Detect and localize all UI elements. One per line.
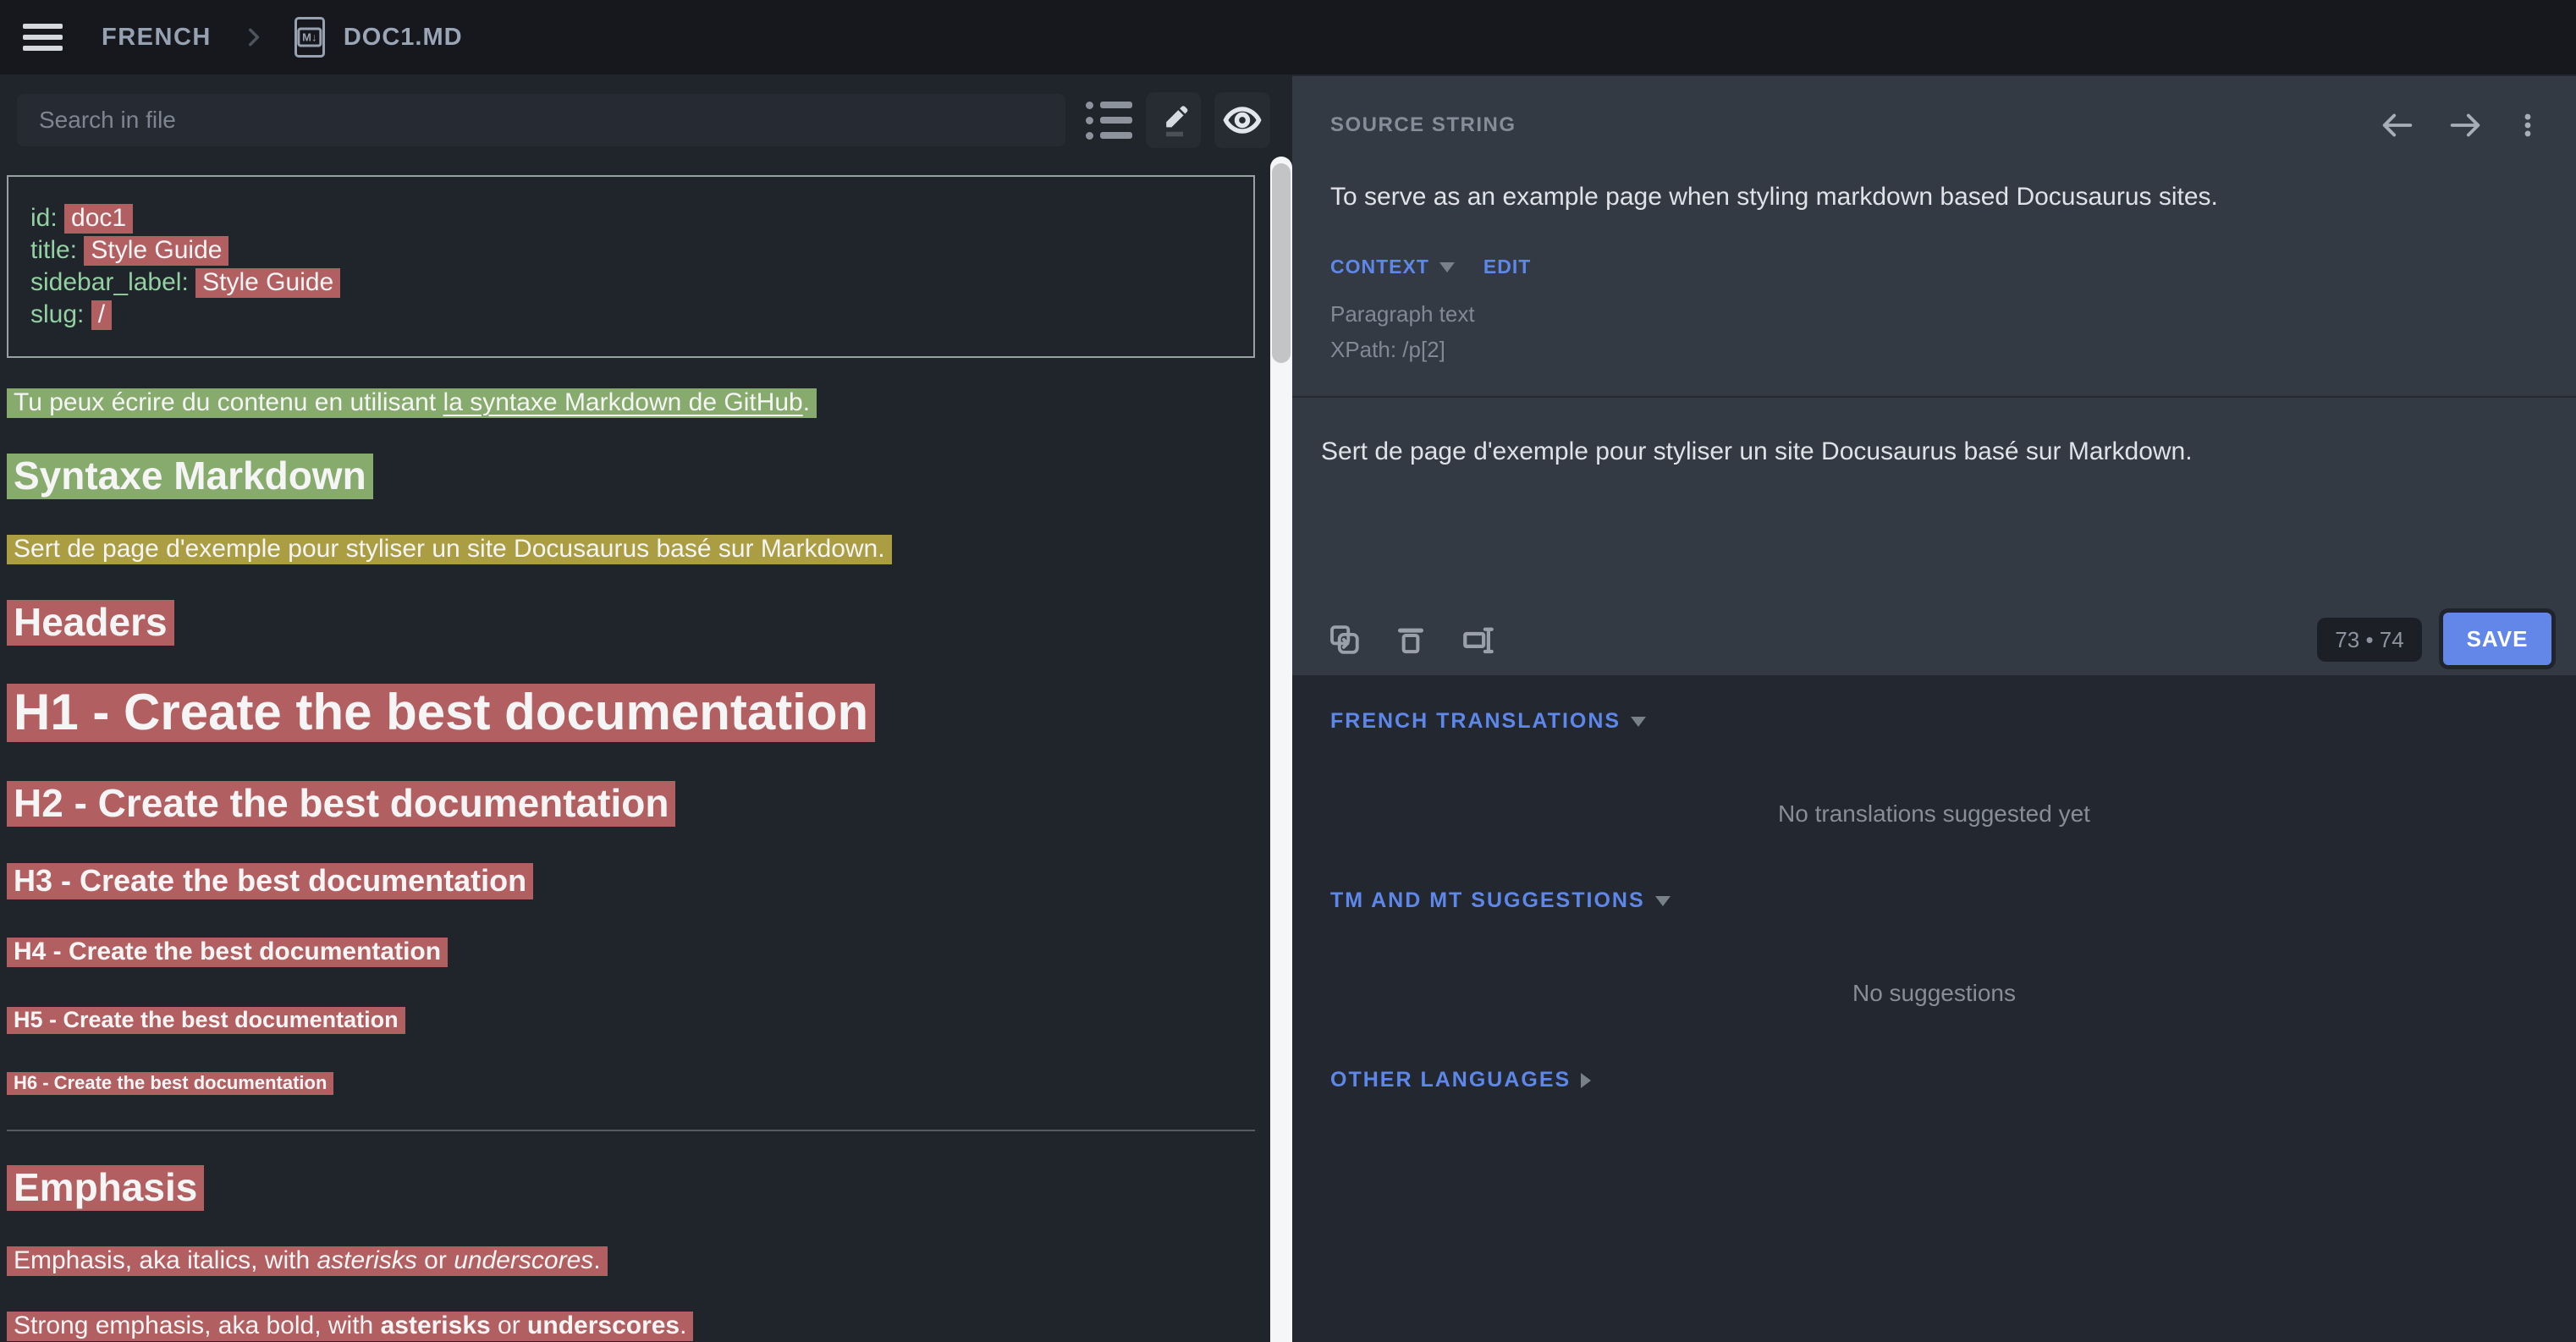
untranslated-string[interactable]: Emphasis, aka italics, with asterisks or… (7, 1246, 608, 1276)
frontmatter-line: slug: / (30, 299, 1231, 331)
untranslated-string[interactable]: Style Guide (84, 236, 228, 266)
eye-icon (1223, 101, 1262, 140)
highlight-mode-button[interactable] (1146, 92, 1202, 148)
doc-heading5: H5 - Create the best documentation (7, 1004, 1270, 1036)
topbar: FRENCH M↓ DOC1.MD (0, 0, 2576, 74)
chevron-down-icon (1631, 717, 1646, 727)
untranslated-string[interactable]: Emphasis (7, 1165, 204, 1211)
tm-mt-suggestions-label: TM AND MT SUGGESTIONS (1330, 888, 1645, 913)
arrow-right-icon (2446, 106, 2485, 145)
source-string-text: To serve as an example page when styling… (1330, 181, 2525, 213)
untranslated-string[interactable]: H3 - Create the best documentation (7, 863, 533, 899)
select-text-button[interactable] (1460, 622, 1497, 657)
doc-paragraph: Tu peux écrire du contenu en utilisant l… (7, 387, 1270, 418)
document-panel: id: doc1 title: Style Guide sidebar_labe… (0, 74, 1270, 1342)
doc-heading2: H2 - Create the best documentation (7, 779, 1270, 827)
doc-heading4: H4 - Create the best documentation (7, 934, 1270, 970)
scrollbar-thumb[interactable] (1272, 163, 1291, 363)
context-xpath: XPath: /p[2] (1330, 337, 1445, 363)
untranslated-string[interactable]: H2 - Create the best documentation (7, 781, 675, 827)
translation-editor: FRENCH M↓ DOC1.MD (0, 0, 2576, 1342)
untranslated-string[interactable]: Style Guide (195, 268, 340, 298)
text-cursor-icon (1460, 622, 1497, 657)
context-row: CONTEXT EDIT (1330, 256, 1531, 278)
scrollbar[interactable] (1270, 157, 1292, 1342)
doc-heading1: H1 - Create the best documentation (7, 679, 1270, 745)
char-counter: 73 • 74 (2317, 618, 2422, 662)
chevron-right-icon (1581, 1073, 1591, 1088)
search-input[interactable] (17, 94, 1065, 146)
selected-string[interactable]: Sert de page d'exemple pour styliser un … (7, 535, 892, 564)
untranslated-string[interactable]: H6 - Create the best documentation (7, 1072, 333, 1095)
frontmatter-line: sidebar_label: Style Guide (30, 267, 1231, 299)
frontmatter-line: title: Style Guide (30, 234, 1231, 267)
frontmatter-line: id: doc1 (30, 202, 1231, 234)
translated-string[interactable]: Syntaxe Markdown (7, 454, 373, 499)
source-string-header: SOURCE STRING (1330, 107, 2542, 144)
horizontal-rule (7, 1130, 1255, 1131)
other-languages-label: OTHER LANGUAGES (1330, 1068, 1571, 1092)
frontmatter-block: id: doc1 title: Style Guide sidebar_labe… (7, 175, 1255, 358)
untranslated-string[interactable]: Strong emphasis, aka bold, with asterisk… (7, 1312, 693, 1341)
edit-context-button[interactable]: EDIT (1483, 256, 1531, 278)
doc-paragraph: Emphasis, aka italics, with asterisks or… (7, 1245, 1270, 1276)
context-type: Paragraph text (1330, 301, 1475, 327)
doc-heading2: Headers (7, 598, 1270, 646)
document-preview: id: doc1 title: Style Guide sidebar_labe… (0, 175, 1270, 1341)
save-button[interactable]: SAVE (2443, 613, 2551, 665)
breadcrumb-chevron-icon (242, 23, 264, 52)
arrow-left-icon (2378, 106, 2417, 145)
suggestions-section: FRENCH TRANSLATIONS No translations sugg… (1292, 675, 2576, 1342)
translated-string[interactable]: Tu peux écrire du contenu en utilisant l… (7, 388, 817, 418)
translations-empty-state: No translations suggested yet (1292, 800, 2576, 828)
tm-mt-suggestions-header[interactable]: TM AND MT SUGGESTIONS (1330, 888, 1671, 913)
source-string-section: SOURCE STRING To serve as an example pag… (1292, 76, 2576, 675)
doc-paragraph: Strong emphasis, aka bold, with asterisk… (7, 1310, 1270, 1341)
untranslated-string[interactable]: Headers (7, 600, 174, 646)
menu-icon[interactable] (23, 18, 63, 57)
translation-panel: SOURCE STRING To serve as an example pag… (1292, 74, 2576, 1342)
trash-icon (1394, 622, 1428, 657)
untranslated-string[interactable]: / (91, 300, 112, 330)
doc-link: la syntaxe Markdown de GitHub (443, 388, 803, 416)
translation-input[interactable]: Sert de page d'exemple pour styliser un … (1321, 436, 2525, 605)
french-translations-header[interactable]: FRENCH TRANSLATIONS (1330, 709, 1646, 734)
untranslated-string[interactable]: doc1 (64, 204, 133, 234)
doc-heading2: Emphasis (7, 1163, 1270, 1211)
untranslated-string[interactable]: H4 - Create the best documentation (7, 938, 448, 967)
copy-icon (1326, 622, 1362, 657)
tm-empty-state: No suggestions (1292, 980, 2576, 1007)
chevron-down-icon (1655, 896, 1671, 906)
breadcrumb-file: DOC1.MD (344, 24, 463, 52)
pencil-icon (1155, 102, 1192, 139)
untranslated-string[interactable]: H5 - Create the best documentation (7, 1007, 405, 1034)
other-languages-header[interactable]: OTHER LANGUAGES (1330, 1068, 1591, 1092)
doc-heading2: Syntaxe Markdown (7, 452, 1270, 499)
breadcrumb-project[interactable]: FRENCH (102, 24, 212, 52)
source-string-title: SOURCE STRING (1330, 113, 1516, 137)
delete-translation-button[interactable] (1394, 622, 1428, 657)
doc-heading6: H6 - Create the best documentation (7, 1070, 1270, 1096)
untranslated-string[interactable]: H1 - Create the best documentation (7, 684, 875, 742)
doc-heading3: H3 - Create the best documentation (7, 861, 1270, 900)
markdown-file-icon: M↓ (294, 17, 325, 58)
doc-paragraph: Sert de page d'exemple pour styliser un … (7, 533, 1270, 564)
previous-string-button[interactable] (2378, 106, 2417, 145)
preview-mode-button[interactable] (1214, 92, 1270, 148)
context-toggle[interactable]: CONTEXT (1330, 256, 1429, 278)
translation-toolbar (1326, 622, 1529, 657)
copy-source-button[interactable] (1326, 622, 1362, 657)
strings-list-icon[interactable] (1086, 94, 1132, 147)
search-row (0, 74, 1270, 148)
more-options-button[interactable] (2513, 106, 2542, 145)
kebab-menu-icon (2513, 106, 2542, 145)
chevron-down-icon (1439, 262, 1455, 272)
section-divider (1292, 396, 2576, 398)
next-string-button[interactable] (2446, 106, 2485, 145)
french-translations-label: FRENCH TRANSLATIONS (1330, 709, 1621, 734)
